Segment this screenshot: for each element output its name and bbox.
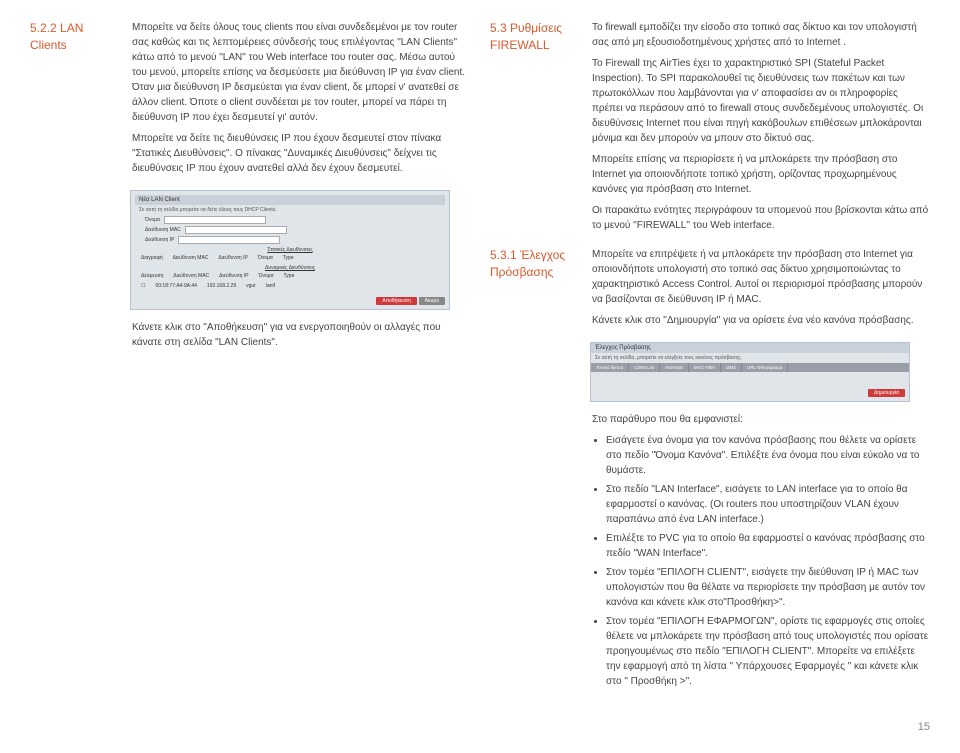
para-5-3-a: Το firewall εμποδίζει την είσοδο στο τοπ… — [592, 20, 930, 50]
mock2-tab6: URL Φιλτράρισμα — [742, 363, 788, 372]
mock1-col-name: Όνομα — [258, 255, 273, 261]
para-5-2-2-c: Κάνετε κλικ στο "Αποθήκευση" για να ενερ… — [132, 320, 470, 350]
section-5-3-heading: 5.3 Ρυθμίσεις FIREWALL — [490, 20, 580, 239]
mock1-sub: Σε αυτή τη σελίδα μπορείτε να δείτε όλου… — [135, 205, 445, 215]
mock1-save-btn: Αποθήκευση — [376, 297, 416, 305]
mock2-create-btn: Δημιουργία — [868, 389, 905, 397]
mock2-tab3: Anti-DoS — [660, 363, 689, 372]
bullet-1: Εισάγετε ένα όνομα για τον κανόνα πρόσβα… — [606, 433, 930, 478]
para-5-2-2-b: Μπορείτε να δείτε τις διευθύνσεις IP που… — [132, 131, 470, 176]
mock1-cancel-btn: Άκυρο — [419, 297, 445, 305]
mock2-tab5: DMZ — [721, 363, 742, 372]
para-5-2-2-a: Μπορείτε να δείτε όλους τους clients που… — [132, 20, 470, 125]
mock1-row-ip: 192.168.2.29 — [207, 283, 236, 289]
para-5-3-1-c: Στο παράθυρο που θα εμφανιστεί: — [592, 412, 930, 427]
mock1-col-type: Type — [283, 255, 294, 261]
mock1-col-mac2: Διεύθυνση MAC — [173, 273, 209, 279]
bullet-3: Επιλέξτε το PVC για το οποίο θα εφαρμοστ… — [606, 531, 930, 561]
para-5-3-b: Το Firewall της AirTies έχει το χαρακτηρ… — [592, 56, 930, 146]
page-number: 15 — [30, 721, 930, 733]
bullet-5: Στον τομέα "ΕΠΙΛΟΓΗ ΕΦΑΡΜΟΓΩΝ", ορίστε τ… — [606, 614, 930, 689]
access-control-screenshot: Έλεγχος Πρόσβασης Σε αυτή τη σελίδα, μπο… — [590, 342, 910, 402]
para-5-3-d: Οι παρακάτω ενότητες περιγράφουν τα υπομ… — [592, 203, 930, 233]
mock2-title: Έλεγχος Πρόσβασης — [591, 343, 909, 353]
mock1-title: Νέα LAN Client — [135, 195, 445, 205]
mock1-col-ip2: Διεύθυνση IP — [219, 273, 248, 279]
mock1-row-type: lanif — [266, 283, 275, 289]
mock1-col-name2: Όνομα — [259, 273, 274, 279]
mock2-tab4: MAC Filter — [689, 363, 721, 372]
mock2-sub: Σε αυτή τη σελίδα, μπορείτε να ελέγξετε … — [591, 353, 909, 363]
mock1-name-input — [164, 216, 266, 224]
mock1-ip-input — [178, 236, 280, 244]
section-5-2-2-heading: 5.2.2 LAN Clients — [30, 20, 120, 182]
bullet-4: Στον τομέα "ΕΠΙΛΟΓΗ CLIENT", εισάγετε τη… — [606, 565, 930, 610]
mock1-col-reserve: Δέσμευση — [141, 273, 163, 279]
para-5-3-1-a: Μπορείτε να επιτρέψετε ή να μπλοκάρετε τ… — [592, 247, 930, 307]
mock1-lbl-ip: Διεύθυνση IP — [145, 237, 174, 243]
mock2-tab2: Client List — [629, 363, 660, 372]
section-5-3-1-heading: 5.3.1 Έλεγχος Πρόσβασης — [490, 247, 580, 334]
bullet-2: Στο πεδίο "LAN Interface", εισάγετε το L… — [606, 482, 930, 527]
mock2-tab1: Τοπικό δίκτυο — [591, 363, 629, 372]
mock1-col-del: Διαγραφή — [141, 255, 163, 261]
mock1-row-name: vgur — [246, 283, 256, 289]
mock1-mac-input — [185, 226, 287, 234]
para-5-3-1-b: Κάνετε κλικ στο "Δημιουργία" για να ορίσ… — [592, 313, 930, 328]
mock1-col-type2: Type — [284, 273, 295, 279]
mock1-row-mac: 00:18:77:A4:0A:44 — [155, 283, 196, 289]
mock1-col-ip: Διεύθυνση IP — [218, 255, 247, 261]
para-5-3-c: Μπορείτε επίσης να περιορίσετε ή να μπλο… — [592, 152, 930, 197]
mock1-lbl-mac: Διεύθυνση MAC — [145, 227, 181, 233]
mock1-row-cb: ☐ — [141, 283, 145, 289]
mock1-lbl-name: Όνομα — [145, 217, 160, 223]
lan-clients-screenshot: Νέα LAN Client Σε αυτή τη σελίδα μπορείτ… — [130, 190, 450, 310]
mock1-col-mac: Διεύθυνση MAC — [173, 255, 209, 261]
